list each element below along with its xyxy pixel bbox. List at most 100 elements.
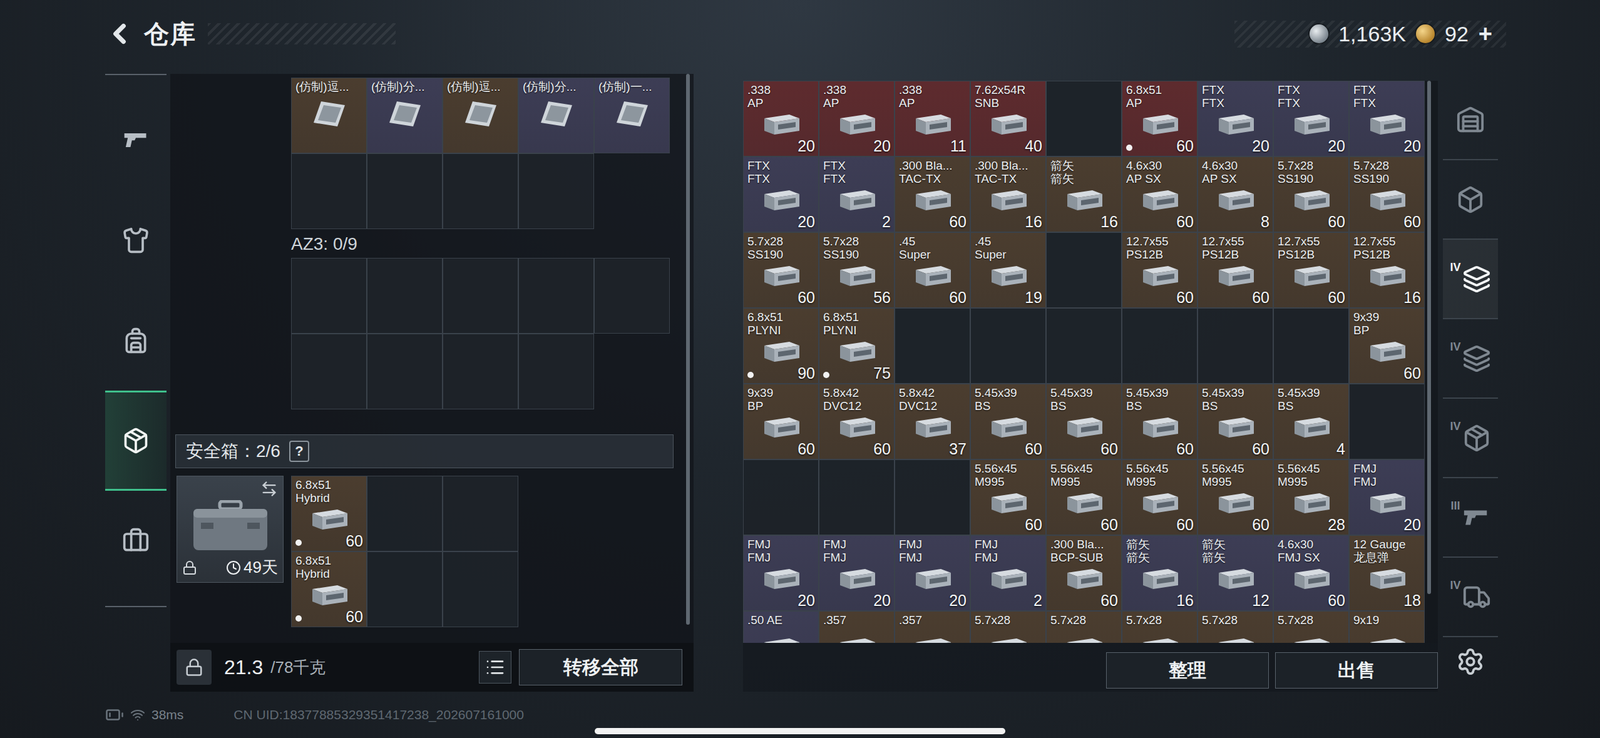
item-slot[interactable]: (仿制)一... [594, 77, 670, 154]
item-slot[interactable]: 5.7x28SS19060 [743, 232, 819, 308]
item-slot[interactable]: 12.7x55PS12B60 [1121, 232, 1198, 308]
item-slot[interactable]: 4.6x30AP SX8 [1197, 156, 1274, 233]
storage-tab[interactable]: III [1442, 478, 1498, 558]
item-slot[interactable]: .45Super60 [894, 232, 971, 308]
empty-slot[interactable] [291, 257, 367, 334]
item-slot[interactable]: .300 Bla...TAC-TX16 [970, 156, 1047, 233]
storage-tab[interactable] [1442, 160, 1498, 240]
empty-slot[interactable] [291, 153, 367, 230]
item-slot[interactable]: 5.45x39BS60 [1197, 383, 1274, 460]
item-slot[interactable]: 5.7x28 [1273, 610, 1349, 643]
empty-slot[interactable] [366, 551, 443, 628]
empty-slot[interactable] [442, 551, 519, 628]
empty-slot[interactable] [1046, 307, 1122, 384]
empty-slot[interactable] [442, 257, 519, 334]
item-slot[interactable]: 5.7x28 [1046, 610, 1122, 643]
storage-tab[interactable]: IV [1442, 398, 1498, 479]
item-slot[interactable]: 7.62x54RSNB40 [970, 80, 1047, 157]
item-slot[interactable]: 5.56x45M99528 [1273, 459, 1349, 536]
item-slot[interactable]: 6.8x51AP60 [1121, 80, 1198, 157]
item-slot[interactable]: 12.7x55PS12B16 [1348, 232, 1425, 308]
storage-tab[interactable]: IV [1442, 319, 1498, 399]
item-slot[interactable]: 5.45x39BS4 [1273, 383, 1349, 460]
item-slot[interactable]: .357 [818, 610, 895, 643]
item-slot[interactable]: 5.45x39BS60 [1121, 383, 1198, 460]
scrollbar[interactable] [686, 73, 690, 643]
empty-slot[interactable] [1273, 307, 1349, 384]
item-slot[interactable]: 12 Gauge龙息弹18 [1348, 535, 1425, 611]
item-slot[interactable]: 5.45x39BS60 [970, 383, 1047, 460]
empty-slot[interactable] [594, 257, 670, 334]
item-slot[interactable]: 6.8x51Hybrid60 [291, 475, 367, 552]
item-slot[interactable]: 4.6x30FMJ SX60 [1273, 535, 1349, 611]
back-button[interactable] [103, 18, 136, 50]
item-slot[interactable]: 5.7x28 [1121, 610, 1198, 643]
item-slot[interactable]: .338AP20 [743, 80, 819, 157]
item-slot[interactable]: .50 AE [743, 610, 819, 643]
stash-scrollbar[interactable] [1427, 80, 1431, 643]
item-slot[interactable]: 9x39BP60 [1348, 307, 1425, 384]
item-slot[interactable]: FMJFMJ20 [743, 535, 819, 611]
item-slot[interactable]: 5.7x28SS19056 [818, 232, 895, 308]
item-slot[interactable]: 5.56x45M99560 [1046, 459, 1122, 536]
item-slot[interactable]: 12.7x55PS12B60 [1273, 232, 1349, 308]
item-slot[interactable]: 5.7x28SS19060 [1273, 156, 1349, 233]
list-view-button[interactable] [478, 651, 512, 684]
item-slot[interactable]: 5.7x28 [1197, 610, 1274, 643]
empty-slot[interactable] [442, 475, 519, 552]
empty-slot[interactable] [1348, 383, 1425, 460]
item-slot[interactable]: (仿制)逗... [442, 77, 519, 154]
item-slot[interactable]: FMJFMJ20 [894, 535, 971, 611]
item-slot[interactable]: FMJFMJ20 [1348, 459, 1425, 536]
item-slot[interactable]: 5.56x45M99560 [1121, 459, 1198, 536]
transfer-all-button[interactable]: 转移全部 [518, 649, 683, 686]
nav-item[interactable] [105, 190, 167, 291]
storage-tab[interactable]: IV [1442, 239, 1498, 320]
empty-slot[interactable] [1046, 80, 1122, 157]
nav-item[interactable] [105, 490, 167, 591]
empty-slot[interactable] [970, 307, 1047, 384]
item-slot[interactable]: 5.56x45M99560 [1197, 459, 1274, 536]
stash-action-button[interactable]: 出售 [1275, 652, 1438, 689]
item-slot[interactable]: 5.8x42DVC1260 [818, 383, 895, 460]
item-slot[interactable]: FTXFTX20 [1348, 80, 1425, 157]
stash-action-button[interactable]: 整理 [1106, 652, 1269, 689]
item-slot[interactable]: .45Super19 [970, 232, 1047, 308]
empty-slot[interactable] [366, 333, 443, 410]
item-slot[interactable]: 5.56x45M99560 [970, 459, 1047, 536]
secure-case-card[interactable]: 49天 [176, 475, 284, 583]
item-slot[interactable]: FMJFMJ20 [818, 535, 895, 611]
item-slot[interactable]: 6.8x51Hybrid60 [291, 551, 367, 628]
item-slot[interactable]: 9x39BP60 [743, 383, 819, 460]
item-slot[interactable]: .357 [894, 610, 971, 643]
item-slot[interactable]: 箭矢箭矢16 [1121, 535, 1198, 611]
empty-slot[interactable] [442, 153, 519, 230]
item-slot[interactable]: FTXFTX20 [1273, 80, 1349, 157]
item-slot[interactable]: 9x19 [1348, 610, 1425, 643]
item-slot[interactable]: 5.45x39BS60 [1046, 383, 1122, 460]
empty-slot[interactable] [1197, 307, 1274, 384]
empty-slot[interactable] [1121, 307, 1198, 384]
item-slot[interactable]: (仿制)分... [518, 77, 595, 154]
item-slot[interactable]: FMJFMJ2 [970, 535, 1047, 611]
item-slot[interactable]: FTXFTX20 [1197, 80, 1274, 157]
item-slot[interactable]: 6.8x51PLYNI90 [743, 307, 819, 384]
item-slot[interactable]: 12.7x55PS12B60 [1197, 232, 1274, 308]
empty-slot[interactable] [894, 307, 971, 384]
item-slot[interactable]: .338AP11 [894, 80, 971, 157]
nav-item[interactable] [105, 90, 167, 191]
item-slot[interactable]: 箭矢箭矢16 [1046, 156, 1122, 233]
item-slot[interactable]: .300 Bla...BCP-SUB60 [1046, 535, 1122, 611]
item-slot[interactable]: (仿制)分... [366, 77, 443, 154]
help-button[interactable]: ? [289, 440, 310, 462]
empty-slot[interactable] [518, 333, 595, 410]
item-slot[interactable]: (仿制)逗... [291, 77, 367, 154]
item-slot[interactable]: 4.6x30AP SX60 [1121, 156, 1198, 233]
empty-slot[interactable] [366, 475, 443, 552]
item-slot[interactable]: FTXFTX2 [818, 156, 895, 233]
empty-slot[interactable] [366, 153, 443, 230]
empty-slot[interactable] [518, 257, 595, 334]
item-slot[interactable]: FTXFTX20 [743, 156, 819, 233]
item-slot[interactable]: .300 Bla...TAC-TX60 [894, 156, 971, 233]
nav-item[interactable] [105, 290, 167, 391]
